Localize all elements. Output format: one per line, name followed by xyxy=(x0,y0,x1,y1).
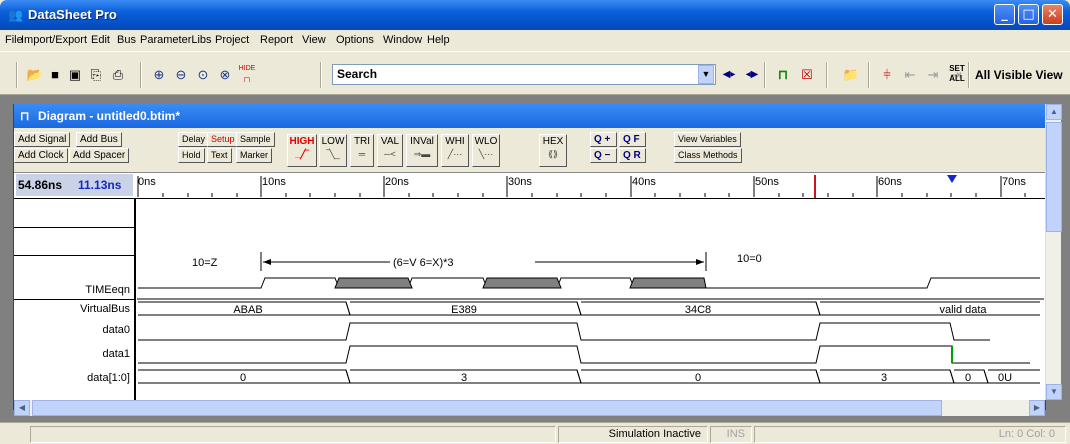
pulse-gray xyxy=(334,277,413,289)
data0-waveform xyxy=(138,322,990,341)
scroll-left-icon[interactable]: ◀ xyxy=(14,400,30,416)
status-simulation: Simulation Inactive xyxy=(558,426,708,443)
timeeqn-waveform xyxy=(138,277,1040,289)
annotation-formula: (6=V 6=X)*3 xyxy=(393,257,454,269)
horizontal-scrollbar[interactable]: ◀ ▶ xyxy=(14,400,1045,416)
status-pane-empty xyxy=(30,426,556,443)
data-bus-waveform xyxy=(138,369,1040,384)
annotation-zero: 10=0 xyxy=(737,253,762,265)
data1-waveform xyxy=(138,345,1030,364)
data-value: 3 xyxy=(881,372,887,384)
arrowhead-right-icon xyxy=(696,259,704,265)
bus-value: E389 xyxy=(451,304,477,316)
virtualbus-waveform xyxy=(138,301,1040,316)
scroll-up-icon[interactable]: ▲ xyxy=(1046,104,1062,120)
vertical-scrollbar[interactable]: ▲ ▼ xyxy=(1045,104,1062,400)
data-value: 3 xyxy=(461,372,467,384)
blue-cursor-marker[interactable] xyxy=(947,175,957,183)
ruler-ticks xyxy=(137,176,1026,197)
data-value: 0U xyxy=(998,372,1012,384)
horizontal-scroll-thumb[interactable] xyxy=(32,400,942,416)
scroll-right-icon[interactable]: ▶ xyxy=(1029,400,1045,416)
pulse-gray xyxy=(629,277,707,289)
data-value: 0 xyxy=(240,372,246,384)
arrowhead-left-icon xyxy=(263,259,271,265)
scroll-down-icon[interactable]: ▼ xyxy=(1046,384,1062,400)
annotation-z: 10=Z xyxy=(192,257,218,269)
pulse-gray xyxy=(482,277,562,289)
data-value: 0 xyxy=(695,372,701,384)
status-position: Ln: 0 Col: 0 xyxy=(754,426,1066,443)
bus-value: 34C8 xyxy=(685,304,711,316)
status-bar: Simulation Inactive INS Ln: 0 Col: 0 xyxy=(0,422,1070,444)
bus-value: ABAB xyxy=(233,304,262,316)
bus-value: valid data xyxy=(939,304,987,316)
status-insert-mode: INS xyxy=(710,426,752,443)
data-value: 0 xyxy=(965,372,971,384)
waveform-canvas[interactable]: 10=Z (6=V 6=X)*3 10=0 ABAB E389 34C8 val… xyxy=(0,0,1070,444)
vertical-scroll-thumb[interactable] xyxy=(1046,122,1062,232)
